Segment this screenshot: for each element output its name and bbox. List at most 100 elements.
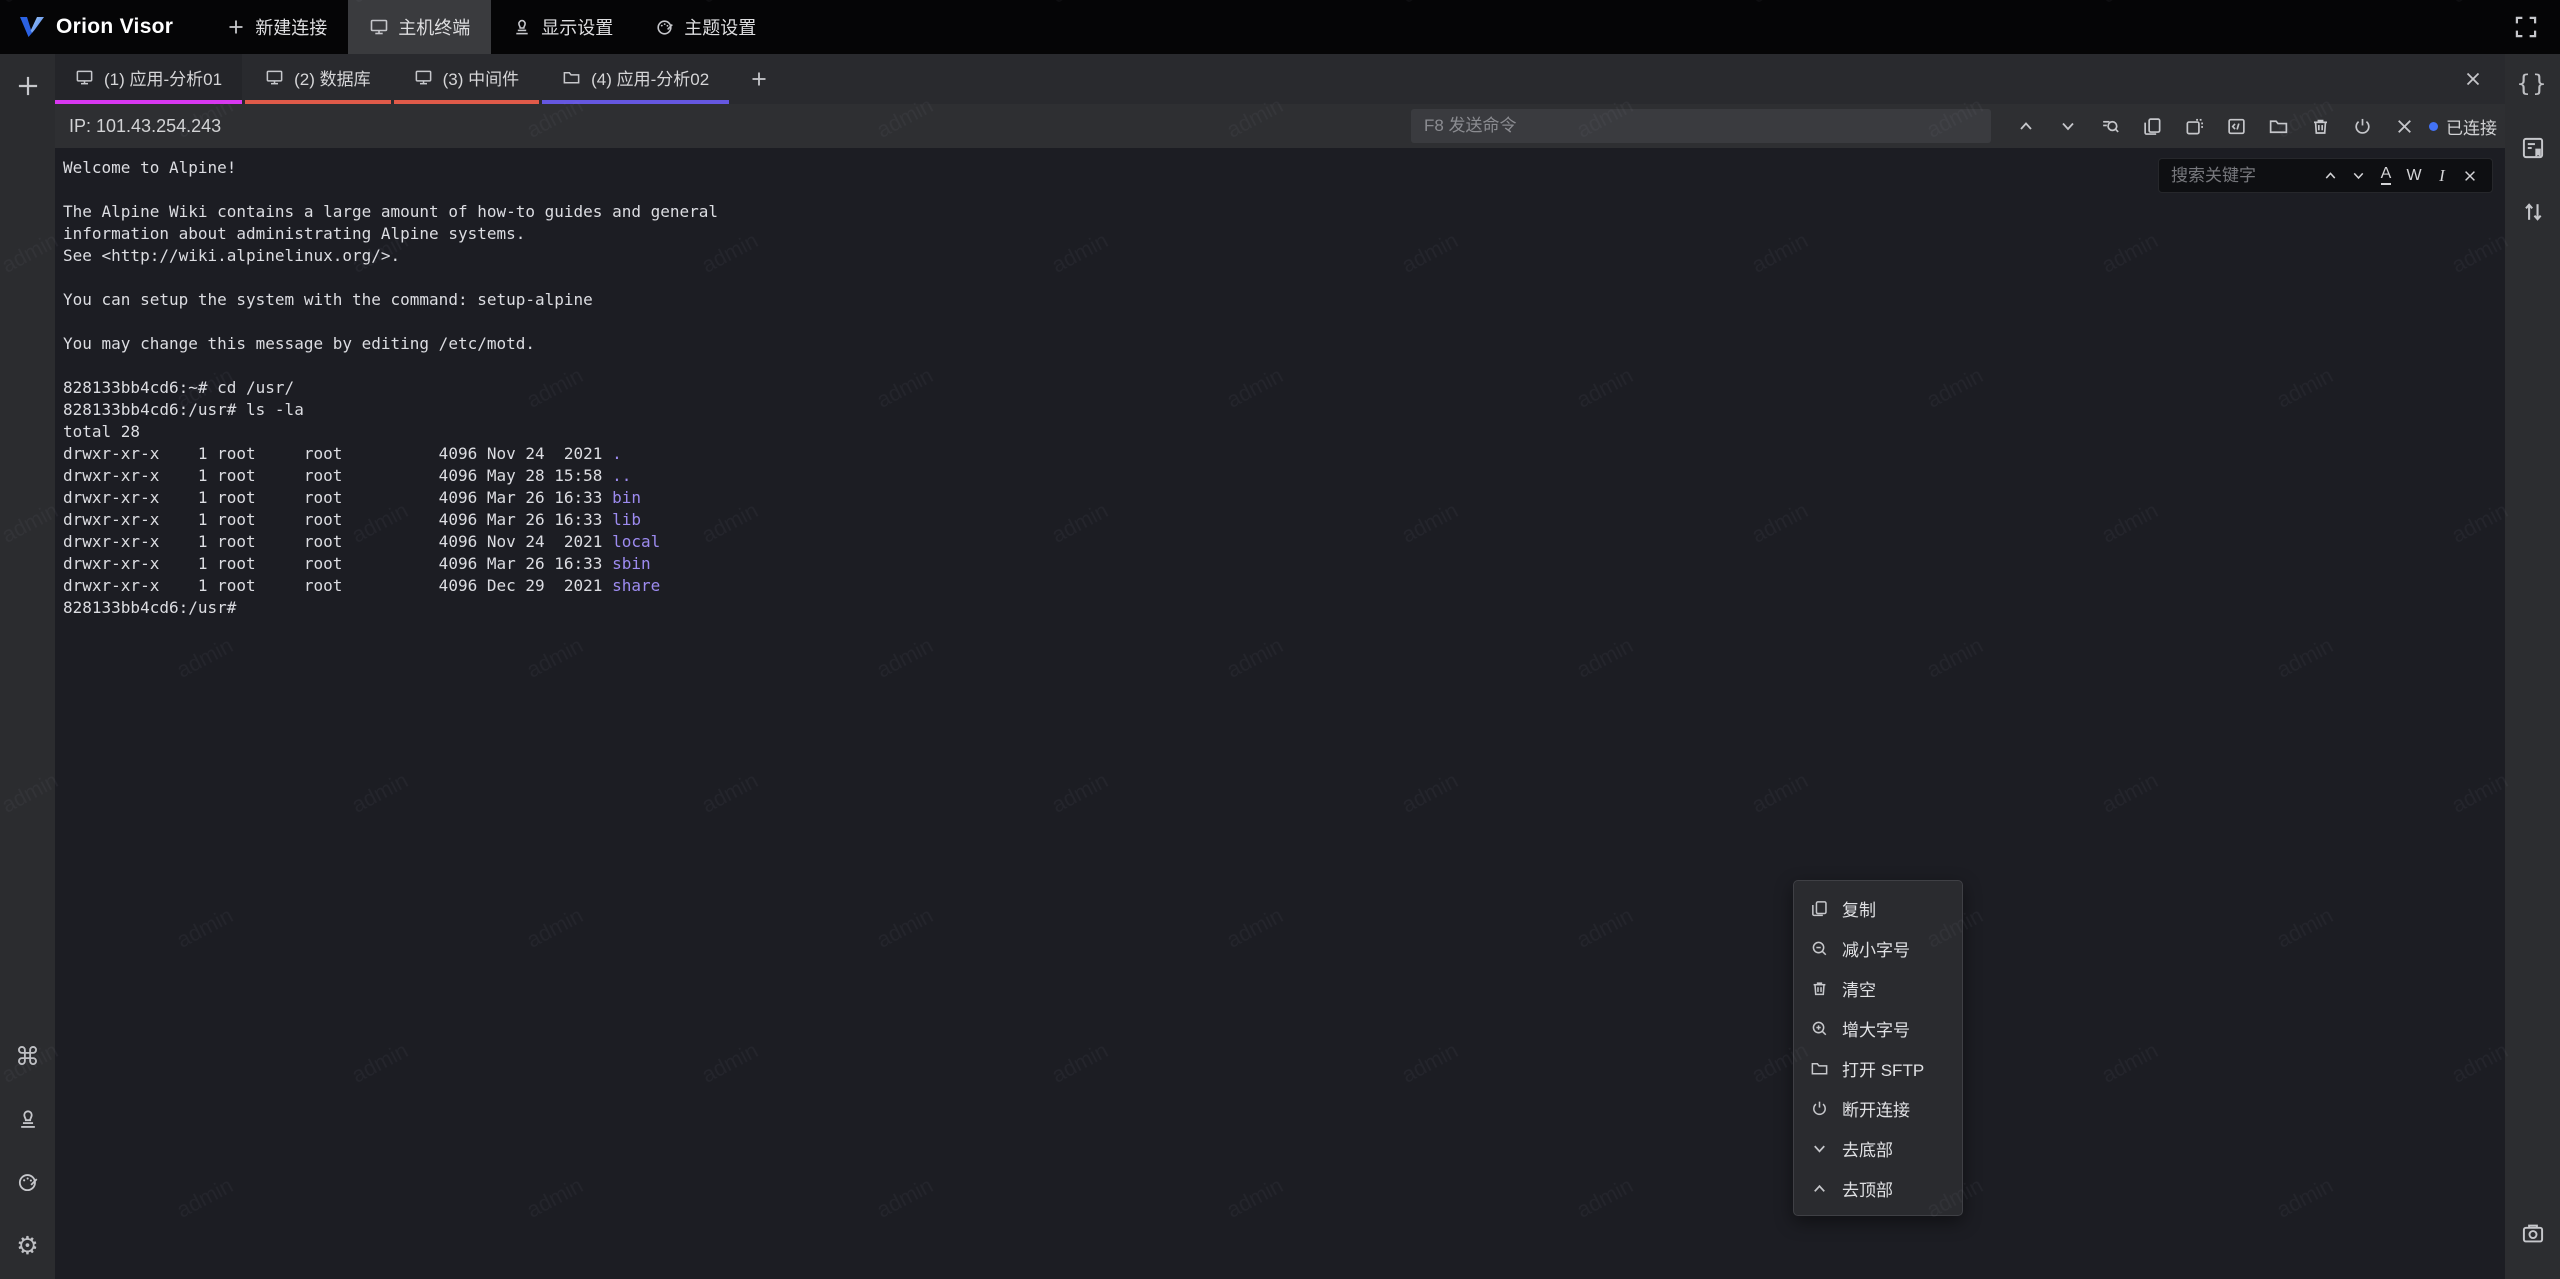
context-item-label: 增大字号 [1842,1016,1910,1041]
copy-button[interactable] [2131,109,2173,143]
toolbar-buttons [2005,109,2425,143]
send-command-input[interactable] [1411,109,1991,143]
context-item-label: 减小字号 [1842,936,1910,961]
zoom-in-icon [1810,1019,1829,1038]
tab-label: (3) 中间件 [443,65,520,90]
code-terminal-icon [2226,116,2247,137]
search-close-button[interactable] [2456,163,2484,189]
search-whole-word-button[interactable]: W [2400,163,2428,189]
sort-switch-button[interactable] [2513,194,2553,230]
context-item-label: 打开 SFTP [1842,1056,1924,1081]
context-increase-font[interactable]: 增大字号 [1794,1008,1962,1048]
tab-database[interactable]: (2) 数据库 [245,54,391,104]
zoom-out-icon [1810,939,1829,958]
chevron-down-icon [2058,116,2078,136]
screenshot-button[interactable] [2513,1215,2553,1251]
power-icon [1810,1099,1829,1118]
menu-display-settings[interactable]: 显示设置 [491,0,634,54]
tab-app-analysis-01[interactable]: (1) 应用-分析01 [55,54,242,104]
menu-theme-settings[interactable]: 主题设置 [634,0,777,54]
terminal-output: Welcome to Alpine! The Alpine Wiki conta… [55,148,2505,619]
clear-button[interactable] [2299,109,2341,143]
close-all-tabs-button[interactable] [2451,54,2495,104]
terminal-search-panel: A W I [2158,158,2493,193]
context-disconnect[interactable]: 断开连接 [1794,1088,1962,1128]
sftp-button[interactable] [2257,109,2299,143]
context-clear[interactable]: 清空 [1794,968,1962,1008]
display-settings-button[interactable] [8,1101,48,1137]
top-bar: Orion Visor 新建连接 主机终端 显示设置 主题设置 [0,0,2560,54]
menu-host-terminal[interactable]: 主机终端 [348,0,491,54]
plus-icon [15,73,41,99]
search-prev-button[interactable] [2316,163,2344,189]
status-label: 已连接 [2446,114,2497,139]
menu-new-connection[interactable]: 新建连接 [205,0,348,54]
context-go-top[interactable]: 去顶部 [1794,1168,1962,1208]
tab-label: (2) 数据库 [294,65,371,90]
command-editor-button[interactable] [2215,109,2257,143]
close-icon [2463,69,2483,89]
app-title: Orion Visor [56,15,173,39]
gear-icon: ⚙ [16,1233,38,1258]
menu-label: 新建连接 [255,14,327,40]
paste-icon [2184,116,2205,137]
sidebar-new-connection-button[interactable] [8,68,48,104]
connection-status: 已连接 [2429,114,2497,139]
command-snippet-button[interactable] [2513,130,2553,166]
fullscreen-icon [2513,14,2539,40]
disconnect-button[interactable] [2341,109,2383,143]
search-regex-button[interactable]: I [2428,163,2456,189]
orion-visor-logo-icon [18,13,46,41]
context-item-label: 断开连接 [1842,1096,1910,1121]
search-keyword-input[interactable] [2159,166,2289,186]
trash-icon [2310,116,2331,137]
document-bookmark-icon [2520,135,2546,161]
tab-label: (4) 应用-分析02 [591,65,709,90]
palette-icon [16,1170,40,1194]
regex-icon: I [2439,166,2445,186]
search-lines-icon [2100,116,2121,137]
context-item-label: 去底部 [1842,1136,1893,1161]
trash-icon [1810,979,1829,998]
right-sidebar: {} [2505,54,2560,1279]
terminal-screen[interactable]: Welcome to Alpine! The Alpine Wiki conta… [55,148,2505,1279]
scroll-to-top-button[interactable] [2005,109,2047,143]
context-copy[interactable]: 复制 [1794,888,1962,928]
status-dot [2429,122,2438,131]
settings-button[interactable]: ⚙ [8,1227,48,1263]
new-tab-button[interactable] [738,54,780,104]
copy-icon [1810,899,1829,918]
theme-settings-button[interactable] [8,1164,48,1200]
context-decrease-font[interactable]: 减小字号 [1794,928,1962,968]
plus-icon [226,17,246,37]
context-item-label: 去顶部 [1842,1176,1893,1201]
context-open-sftp[interactable]: 打开 SFTP [1794,1048,1962,1088]
monitor-icon [265,68,284,87]
close-session-button[interactable] [2383,109,2425,143]
tab-app-analysis-02[interactable]: (4) 应用-分析02 [542,54,729,104]
fullscreen-button[interactable] [2506,9,2546,45]
search-match-case-button[interactable]: A [2372,163,2400,189]
quick-command-button[interactable]: {} [2513,66,2553,102]
chevron-down-icon [2350,167,2367,184]
context-go-bottom[interactable]: 去底部 [1794,1128,1962,1168]
tab-label: (1) 应用-分析01 [104,65,222,90]
tab-bar: (1) 应用-分析01 (2) 数据库 (3) 中间件 (4) 应用-分析02 [55,54,2505,104]
main-area: (1) 应用-分析01 (2) 数据库 (3) 中间件 (4) 应用-分析02 … [55,54,2505,1279]
shortcut-keys-button[interactable]: ⌘ [8,1038,48,1074]
tab-middleware[interactable]: (3) 中间件 [394,54,540,104]
close-icon [2394,116,2415,137]
palette-icon [655,17,675,37]
stamp-icon [512,17,532,37]
menu-label: 显示设置 [541,14,613,40]
search-button[interactable] [2089,109,2131,143]
scroll-to-bottom-button[interactable] [2047,109,2089,143]
whole-word-icon: W [2406,167,2421,185]
monitor-icon [369,17,389,37]
paste-button[interactable] [2173,109,2215,143]
up-down-arrows-icon [2520,199,2546,225]
match-case-icon: A [2381,166,2392,185]
search-next-button[interactable] [2344,163,2372,189]
copy-icon [2142,116,2163,137]
stamp-icon [16,1107,40,1131]
